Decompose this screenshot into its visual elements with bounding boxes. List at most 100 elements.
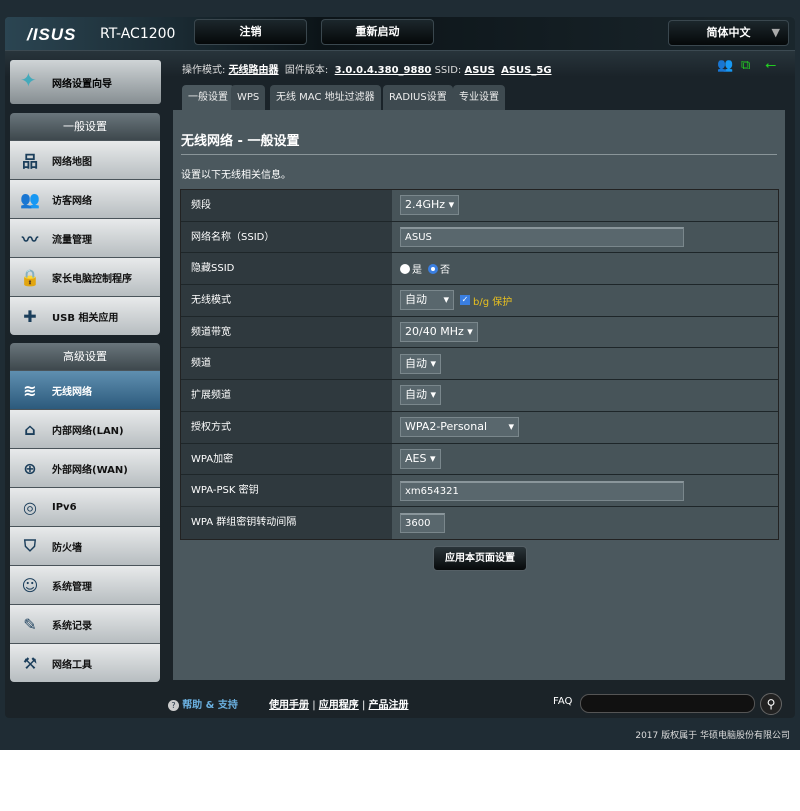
- clients-icon[interactable]: 👥: [717, 58, 733, 73]
- bg-protection-checkbox[interactable]: ✓: [460, 295, 470, 306]
- sidebar-item-wireless[interactable]: ≋ 无线网络: [10, 370, 160, 409]
- lan-icon: ⌂: [24, 419, 36, 439]
- row-hide-ssid: 隐藏SSID 是 否: [181, 253, 778, 286]
- sidebar-item-firewall[interactable]: ⛉ 防火墙: [10, 526, 160, 565]
- sidebar-item-parental[interactable]: 🔒 家长电脑控制程序: [10, 257, 160, 296]
- app-link[interactable]: 应用程序: [319, 700, 359, 711]
- firewall-icon: ⛉: [23, 536, 36, 555]
- tab-2[interactable]: 无线 MAC 地址过滤器: [270, 85, 381, 110]
- sidebar-item-wan[interactable]: ⊕ 外部网络(WAN): [10, 448, 160, 487]
- chevron-down-icon: ▼: [771, 26, 780, 39]
- sidebar-item-label: 网络工具: [52, 659, 92, 671]
- tab-0[interactable]: 一般设置: [182, 85, 234, 110]
- help-support-label[interactable]: 帮助 & 支持: [182, 700, 238, 711]
- wizard-button[interactable]: ✦ 网络设置向导: [10, 60, 161, 104]
- row-mode: 无线模式 自动 ▾ ✓ b/g 保护: [181, 285, 778, 317]
- sidebar-item-ipv6[interactable]: ◎ IPv6: [10, 487, 160, 526]
- model-name: RT-AC1200: [100, 26, 176, 42]
- general-section-title: 一般设置: [10, 113, 160, 140]
- sidebar-item-network-map[interactable]: 品 网络地图: [10, 140, 160, 179]
- rekey-label: WPA 群组密钥转动间隔: [181, 506, 392, 539]
- page-description: 设置以下无线相关信息。: [181, 170, 291, 181]
- sidebar-item-log[interactable]: ✎ 系统记录: [10, 604, 160, 643]
- sidebar-item-guest-network[interactable]: 👥 访客网络: [10, 179, 160, 218]
- mode-label: 无线模式: [181, 285, 392, 316]
- divider: [181, 154, 777, 155]
- sidebar-item-label: 内部网络(LAN): [52, 425, 124, 437]
- row-ssid: 网络名称（SSID） ASUS: [181, 221, 778, 254]
- parental-icon: 🔒: [20, 267, 40, 287]
- sidebar-item-label: 家长电脑控制程序: [52, 273, 132, 285]
- ext-channel-label: 扩展频道: [181, 380, 392, 411]
- band-select[interactable]: 2.4GHz ▾: [400, 195, 460, 216]
- sidebar-item-label: 流量管理: [52, 234, 92, 246]
- help-icon: ?: [168, 700, 179, 711]
- network-map-icon: 品: [21, 152, 38, 171]
- status-bar: 操作模式: 无线路由器 固件版本: 3.0.0.4.380_9880 SSID:…: [182, 61, 552, 76]
- sidebar-item-label: 访客网络: [52, 195, 92, 207]
- sidebar-item-label: 无线网络: [52, 386, 92, 398]
- sidebar-item-traffic[interactable]: 〰 流量管理: [10, 218, 160, 257]
- row-encryption: WPA加密 AES ▾: [181, 443, 778, 476]
- row-rekey: WPA 群组密钥转动间隔 3600: [181, 506, 778, 539]
- wireless-mode-select[interactable]: 自动 ▾: [400, 290, 454, 311]
- content-panel: 无线网络 - 一般设置 设置以下无线相关信息。 频段 2.4GHz ▾ 网络名称（…: [173, 110, 785, 680]
- language-select[interactable]: 简体中文 ▼: [668, 20, 789, 46]
- usb-icon[interactable]: ⭠: [765, 57, 776, 73]
- sidebar-item-usb-app[interactable]: ✚ USB 相关应用: [10, 296, 160, 335]
- traffic-icon: 〰: [21, 230, 38, 249]
- sidebar-item-label: 系统管理: [52, 581, 92, 593]
- tab-4[interactable]: 专业设置: [453, 85, 505, 110]
- sidebar-item-admin[interactable]: ☺ 系统管理: [10, 565, 160, 604]
- auth-label: 授权方式: [181, 411, 392, 443]
- search-icon[interactable]: ⚲: [760, 693, 782, 715]
- register-link[interactable]: 产品注册: [369, 700, 409, 711]
- hide-ssid-label: 隐藏SSID: [181, 253, 392, 285]
- auth-select[interactable]: WPA2-Personal ▾: [400, 417, 519, 438]
- log-icon: ✎: [23, 614, 37, 634]
- firmware-label: 固件版本:: [284, 65, 329, 76]
- logout-button[interactable]: 注销: [194, 19, 307, 45]
- guest-network-icon: 👥: [20, 189, 40, 209]
- network-status-icon[interactable]: ⧉: [741, 58, 750, 73]
- ssid-input[interactable]: ASUS: [400, 227, 684, 248]
- tab-1[interactable]: WPS: [231, 85, 266, 110]
- sidebar-item-lan[interactable]: ⌂ 内部网络(LAN): [10, 409, 160, 448]
- row-ext-channel: 扩展频道 自动 ▾: [181, 380, 778, 412]
- sidebar-item-label: IPv6: [52, 501, 77, 513]
- apply-button[interactable]: 应用本页面设置: [433, 546, 527, 571]
- channel-select[interactable]: 自动 ▾: [400, 353, 442, 374]
- hide-no-radio[interactable]: [428, 263, 438, 274]
- faq-search-input[interactable]: [580, 694, 755, 713]
- firmware-link[interactable]: 3.0.0.4.380_9880: [335, 65, 432, 76]
- hide-yes-radio[interactable]: [400, 263, 410, 274]
- bandwidth-select[interactable]: 20/40 MHz ▾: [400, 322, 478, 343]
- row-psk: WPA-PSK 密钥 xm654321: [181, 475, 778, 507]
- tools-icon: ⚒: [22, 653, 38, 673]
- reboot-button[interactable]: 重新启动: [321, 19, 434, 45]
- encryption-select[interactable]: AES ▾: [400, 448, 441, 469]
- ssid-link-5g[interactable]: ASUS_5G: [501, 65, 551, 76]
- general-section: 一般设置 品 网络地图 👥 访客网络〰 流量管理 🔒 家长电脑控制程序 ✚ USB 相关应用: [10, 113, 160, 335]
- sidebar-item-label: 防火墙: [52, 542, 82, 554]
- psk-input[interactable]: xm654321: [400, 480, 684, 501]
- wireless-icon: ≋: [23, 380, 37, 400]
- bg-protection-label: b/g 保护: [473, 296, 513, 308]
- channel-label: 频道: [181, 348, 392, 380]
- wan-icon: ⊕: [23, 458, 37, 478]
- sidebar-item-label: 网络地图: [52, 156, 92, 168]
- sidebar-item-tools[interactable]: ⚒ 网络工具: [10, 643, 160, 682]
- ssid-link-24[interactable]: ASUS: [464, 65, 494, 76]
- rekey-input[interactable]: 3600: [400, 512, 445, 533]
- page-title: 无线网络 - 一般设置: [181, 134, 300, 149]
- mode-link[interactable]: 无线路由器: [229, 65, 279, 76]
- ssid-label: 网络名称（SSID）: [181, 221, 392, 253]
- manual-link[interactable]: 使用手册: [269, 700, 309, 711]
- advanced-section-title: 高级设置: [10, 343, 160, 370]
- row-bandwidth: 频道带宽 20/40 MHz ▾: [181, 316, 778, 349]
- sidebar-item-label: 系统记录: [52, 620, 92, 632]
- language-label: 简体中文: [706, 26, 751, 39]
- tab-3[interactable]: RADIUS设置: [383, 85, 453, 110]
- ipv6-icon: ◎: [23, 497, 37, 517]
- ext-channel-select[interactable]: 自动 ▾: [400, 385, 442, 406]
